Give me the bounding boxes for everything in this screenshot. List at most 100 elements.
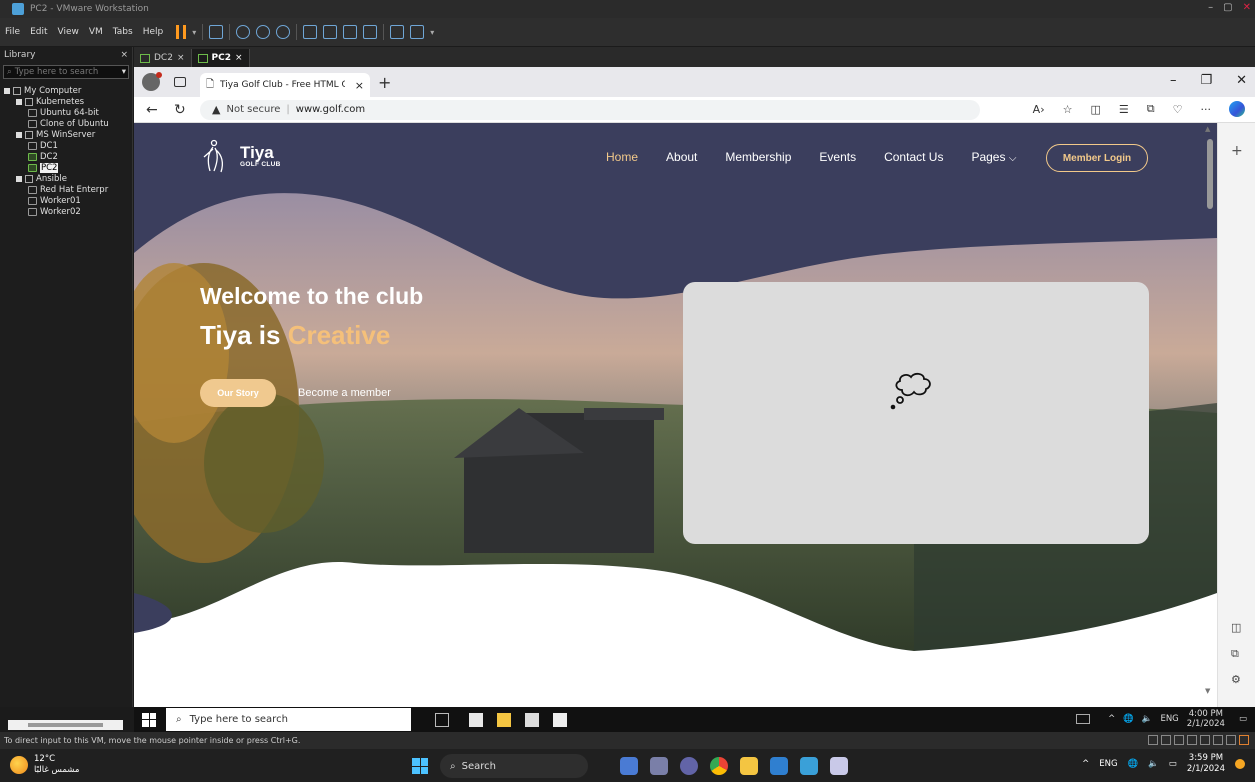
guest-search-input[interactable]: ⌕ Type here to search: [166, 708, 411, 731]
unity-icon[interactable]: [363, 25, 378, 39]
menu-edit[interactable]: Edit: [25, 27, 52, 37]
pause-icon[interactable]: [176, 25, 187, 39]
back-icon[interactable]: ←: [146, 102, 162, 118]
copilot-icon[interactable]: [1229, 101, 1245, 117]
library-item[interactable]: My Computer: [0, 85, 132, 96]
thumbnail-bar-icon[interactable]: [323, 25, 338, 39]
send-ctrl-alt-del-icon[interactable]: [209, 25, 224, 39]
show-library-icon[interactable]: [303, 25, 318, 39]
close-icon[interactable]: ×: [355, 79, 364, 92]
address-bar[interactable]: ▲ Not secure | www.golf.com: [200, 99, 980, 120]
tab-pc2[interactable]: PC2 ×: [191, 49, 250, 67]
library-item[interactable]: MS WinServer: [0, 129, 132, 140]
refresh-icon[interactable]: ↻: [174, 102, 190, 118]
menu-tabs[interactable]: Tabs: [108, 27, 138, 37]
library-item[interactable]: DC2: [0, 151, 132, 162]
start-icon[interactable]: [142, 712, 156, 727]
vmware-icon[interactable]: [800, 757, 818, 775]
collapse-icon[interactable]: [4, 87, 10, 94]
message-log-icon[interactable]: [1239, 735, 1249, 745]
notification-bell-icon[interactable]: [1235, 759, 1245, 769]
chrome-icon[interactable]: [710, 757, 728, 775]
favorites-icon[interactable]: ☰: [1119, 103, 1129, 116]
revert-snapshot-icon[interactable]: [256, 25, 271, 39]
tab-dc2[interactable]: DC2 ×: [134, 49, 192, 67]
browser-tab[interactable]: 🗋 Tiya Golf Club - Free HTML CSS T ×: [200, 73, 370, 97]
more-icon[interactable]: ···: [1201, 103, 1212, 116]
battery-icon[interactable]: ▭: [1169, 759, 1177, 769]
tab-actions-icon[interactable]: [174, 77, 186, 87]
weather-widget[interactable]: 12°C مشمس غالبًا: [10, 754, 79, 776]
menu-file[interactable]: File: [0, 27, 25, 37]
restore-icon[interactable]: ❐: [1200, 73, 1212, 88]
maximize-icon[interactable]: ▢: [1223, 2, 1232, 13]
mail-icon[interactable]: [553, 712, 567, 727]
chevron-down-icon[interactable]: ▾: [122, 67, 126, 77]
nav-membership[interactable]: Membership: [725, 150, 791, 164]
stretch-guest-icon[interactable]: [410, 25, 425, 39]
library-item[interactable]: Red Hat Enterpr: [0, 184, 132, 195]
open-external-icon[interactable]: ⧉: [1231, 647, 1239, 661]
nav-about[interactable]: About: [666, 150, 697, 164]
scrollbar-thumb[interactable]: [1207, 139, 1213, 209]
full-screen-icon[interactable]: [343, 25, 358, 39]
file-icon[interactable]: [469, 712, 483, 727]
library-item[interactable]: Kubernetes: [0, 96, 132, 107]
chevron-down-icon[interactable]: ▾: [192, 28, 196, 37]
teams-icon[interactable]: [680, 757, 698, 775]
store-icon[interactable]: [525, 712, 539, 727]
remote-desktop-icon[interactable]: [770, 757, 788, 775]
people-app-icon[interactable]: [620, 757, 638, 775]
warning-icon[interactable]: ▲: [212, 103, 220, 116]
host-search-box[interactable]: ⌕ Search: [440, 754, 588, 778]
menu-help[interactable]: Help: [138, 27, 169, 37]
new-tab-icon[interactable]: +: [378, 73, 391, 92]
security-label[interactable]: Not secure: [226, 104, 280, 115]
sound-icon[interactable]: [1187, 735, 1197, 745]
collections-icon[interactable]: ⧉: [1147, 102, 1155, 116]
network-adapter-icon[interactable]: [1174, 735, 1184, 745]
library-scrollbar[interactable]: [8, 720, 123, 730]
library-item[interactable]: DC1: [0, 140, 132, 151]
split-window-icon[interactable]: ◫: [1231, 621, 1241, 634]
library-item[interactable]: Ubuntu 64-bit: [0, 107, 132, 118]
console-view-icon[interactable]: [390, 25, 405, 39]
volume-icon[interactable]: 🔈: [1142, 714, 1153, 724]
close-icon[interactable]: ✕: [1236, 73, 1247, 88]
host-clock[interactable]: 3:59 PM 2/1/2024: [1187, 753, 1225, 775]
task-view-icon[interactable]: [650, 757, 668, 775]
nav-contact-us[interactable]: Contact Us: [884, 150, 943, 164]
display-icon[interactable]: [1226, 735, 1236, 745]
host-lang[interactable]: ENG: [1099, 759, 1117, 769]
usb-icon[interactable]: [1200, 735, 1210, 745]
browser-essentials-icon[interactable]: ♡: [1173, 103, 1183, 116]
task-view-icon[interactable]: [435, 712, 449, 727]
our-story-button[interactable]: Our Story: [200, 379, 276, 407]
minimize-icon[interactable]: –: [1208, 2, 1213, 13]
close-icon[interactable]: ×: [177, 53, 185, 63]
url-text[interactable]: www.golf.com: [296, 104, 365, 115]
library-item[interactable]: Clone of Ubuntu: [0, 118, 132, 129]
scroll-up-icon[interactable]: ▲: [1205, 125, 1210, 133]
nav-events[interactable]: Events: [819, 150, 856, 164]
collapse-icon[interactable]: [16, 175, 22, 182]
minimize-icon[interactable]: –: [1170, 73, 1177, 88]
collapse-icon[interactable]: [16, 131, 22, 138]
collapse-icon[interactable]: [16, 98, 22, 105]
nav-home[interactable]: Home: [606, 150, 638, 164]
snapshot-manager-icon[interactable]: [276, 25, 291, 39]
guest-lang[interactable]: ENG: [1160, 714, 1178, 724]
network-icon[interactable]: 🌐: [1128, 759, 1139, 769]
notification-icon[interactable]: ▭: [1239, 714, 1247, 724]
library-search-input[interactable]: ⌕ Type here to search ▾: [3, 65, 129, 79]
chevron-down-icon[interactable]: ▾: [430, 28, 434, 37]
profile-avatar[interactable]: [142, 72, 162, 91]
volume-icon[interactable]: 🔈: [1148, 759, 1159, 769]
chevron-up-icon[interactable]: ^: [1082, 759, 1089, 769]
favorite-star-icon[interactable]: ☆: [1063, 103, 1073, 116]
library-item[interactable]: Ansible: [0, 173, 132, 184]
read-aloud-icon[interactable]: A›: [1033, 103, 1045, 116]
hard-disk-icon[interactable]: [1148, 735, 1158, 745]
keyboard-icon[interactable]: [1076, 714, 1091, 724]
file-explorer-icon[interactable]: [497, 712, 511, 727]
